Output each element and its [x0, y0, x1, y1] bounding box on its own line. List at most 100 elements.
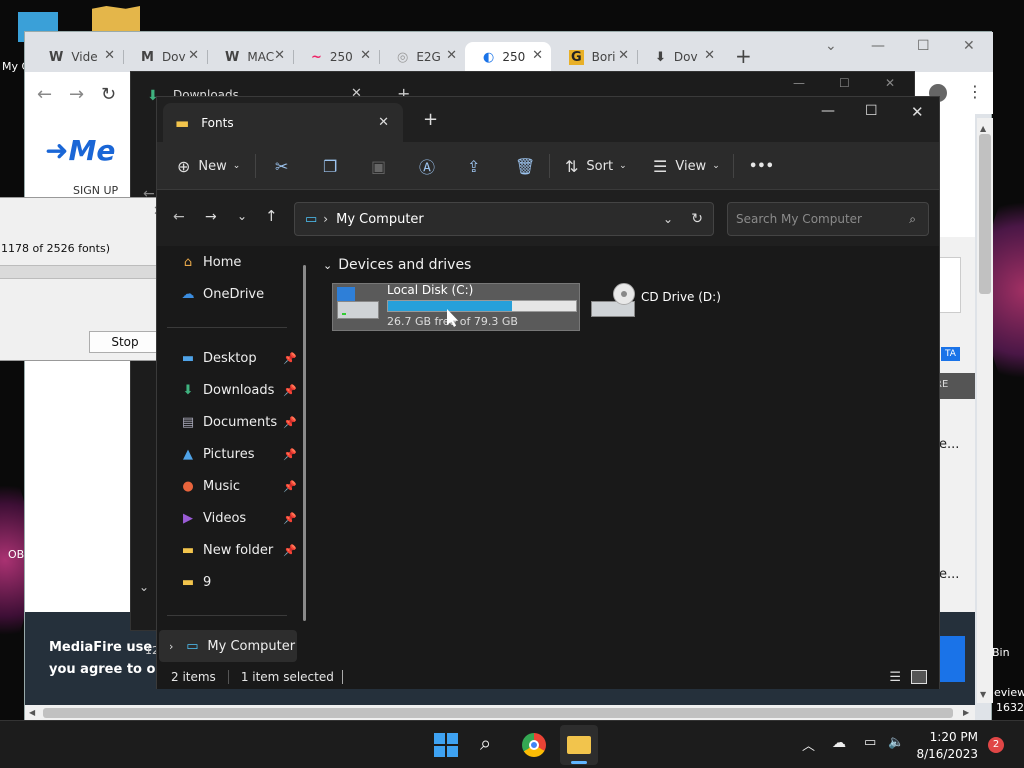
chrome-tab[interactable]: G Bori ✕ — [551, 42, 637, 72]
share-button[interactable]: ⇪ — [467, 154, 480, 178]
delete-button[interactable]: 🗑 — [515, 154, 535, 178]
pin-icon[interactable]: 📌 — [283, 544, 297, 557]
recent-locations-chevron-icon[interactable]: ⌄ — [237, 209, 247, 223]
close-tab-icon[interactable]: ✕ — [704, 48, 715, 63]
scrollbar-thumb[interactable] — [979, 134, 991, 294]
chrome-tab[interactable]: ◎ E2G ✕ — [379, 42, 465, 72]
sort-button[interactable]: ⇅ Sort ⌄ — [565, 154, 627, 178]
paste-button[interactable]: ▣ — [371, 154, 386, 178]
search-input[interactable]: Search My Computer ⌕ — [727, 202, 929, 236]
nav-new-folder[interactable]: ▬ New folder 📌 — [179, 537, 297, 563]
minimize-button[interactable]: — — [871, 38, 885, 54]
new-tab-button[interactable]: + — [423, 109, 438, 130]
maximize-button[interactable]: ☐ — [917, 38, 930, 54]
search-icon[interactable]: ⌕ — [480, 731, 491, 755]
file-explorer-taskbar-button[interactable] — [560, 725, 598, 765]
pin-icon[interactable]: 📌 — [283, 448, 297, 461]
explorer-tab[interactable]: ▬ Fonts ✕ — [163, 103, 403, 142]
show-hidden-icons-chevron-icon[interactable]: ︿ — [802, 735, 815, 754]
details-view-icon[interactable]: ☰ — [889, 670, 901, 685]
section-header[interactable]: ⌄ Devices and drives — [323, 257, 471, 273]
copy-button[interactable]: ❐ — [323, 154, 337, 178]
pin-icon[interactable]: 📌 — [283, 384, 297, 397]
minimize-button[interactable]: — — [793, 76, 805, 90]
start-button[interactable] — [434, 733, 458, 757]
desktop-maps-icon[interactable] — [92, 6, 140, 34]
vertical-scrollbar[interactable]: ▲ ▼ — [977, 118, 993, 703]
chevron-down-icon[interactable]: ⌄ — [139, 580, 149, 594]
notification-badge[interactable]: 2 — [988, 737, 1004, 753]
nav-folder-9[interactable]: ▬ 9 — [179, 569, 297, 595]
nav-my-computer[interactable]: › ▭ My Computer — [169, 633, 297, 659]
progress-text: 1178 of 2526 fonts) — [1, 242, 110, 255]
new-tab-button[interactable]: + — [735, 44, 752, 68]
close-tab-icon[interactable]: ✕ — [360, 48, 371, 63]
clock-date[interactable]: 8/16/2023 — [916, 747, 978, 761]
maximize-button[interactable]: ☐ — [865, 103, 878, 119]
close-tab-icon[interactable]: ✕ — [446, 48, 457, 63]
horizontal-scrollbar[interactable]: ◀ ▶ — [25, 705, 975, 721]
rename-button[interactable]: Ⓐ — [419, 154, 435, 178]
nav-music[interactable]: ● Music 📌 — [179, 473, 297, 499]
forward-arrow-icon[interactable]: → — [205, 209, 217, 225]
chrome-tab-active[interactable]: ◐ 250 ✕ — [465, 42, 551, 72]
tab-search-icon[interactable]: ⌄ — [825, 38, 837, 54]
chrome-tab[interactable]: ~250 ✕ — [293, 42, 379, 72]
maximize-button[interactable]: ☐ — [839, 76, 850, 90]
pin-icon[interactable]: 📌 — [283, 352, 297, 365]
nav-videos[interactable]: ▶ Videos 📌 — [179, 505, 297, 531]
more-menu-icon[interactable]: ⋮ — [967, 82, 983, 101]
nav-desktop[interactable]: ▬ Desktop 📌 — [179, 345, 297, 371]
back-arrow-icon[interactable]: ← — [173, 209, 185, 225]
close-tab-icon[interactable]: ✕ — [104, 48, 115, 63]
close-tab-icon[interactable]: ✕ — [188, 48, 199, 63]
back-arrow-icon[interactable]: ← — [37, 84, 52, 105]
chrome-tab[interactable]: ⬇ Dov ✕ — [637, 42, 723, 72]
chevron-down-icon[interactable]: ⌄ — [663, 212, 673, 226]
close-button[interactable]: ✕ — [885, 76, 895, 90]
close-tab-icon[interactable]: ✕ — [532, 48, 543, 63]
chevron-right-icon[interactable]: › — [169, 640, 173, 653]
address-bar[interactable]: ▭ › My Computer ⌄ ↻ — [294, 202, 714, 236]
nav-scrollbar[interactable] — [303, 265, 306, 621]
pin-icon[interactable]: 📌 — [283, 416, 297, 429]
nav-documents[interactable]: ▤ Documents 📌 — [179, 409, 297, 435]
clock-time[interactable]: 1:20 PM — [922, 730, 978, 744]
forward-arrow-icon[interactable]: → — [69, 84, 84, 105]
new-button[interactable]: ⊕ New ⌄ — [177, 154, 240, 178]
cut-button[interactable]: ✂ — [275, 154, 288, 178]
pin-icon[interactable]: 📌 — [283, 512, 297, 525]
close-tab-icon[interactable]: ✕ — [618, 48, 629, 63]
network-icon[interactable]: ▭ — [864, 735, 876, 750]
close-tab-icon[interactable]: ✕ — [378, 115, 389, 130]
refresh-icon[interactable]: ↻ — [691, 211, 703, 227]
drive-name[interactable]: CD Drive (D:) — [641, 290, 721, 304]
chrome-icon[interactable] — [522, 733, 546, 757]
breadcrumb[interactable]: My Computer — [336, 212, 424, 227]
item-count: 2 items — [171, 670, 216, 684]
more-options-button[interactable]: ••• — [749, 154, 774, 178]
mediafire-logo[interactable]: ➜Me — [45, 134, 115, 167]
chrome-tab[interactable]: W Vide ✕ — [31, 42, 123, 72]
chrome-tab[interactable]: W MAC ✕ — [207, 42, 293, 72]
onedrive-offline-icon[interactable]: ☁ — [832, 735, 846, 751]
scrollbar-thumb[interactable] — [43, 708, 953, 718]
close-button[interactable]: ✕ — [963, 38, 975, 54]
nav-home[interactable]: ⌂ Home — [179, 249, 297, 275]
volume-icon[interactable]: 🔈 — [888, 735, 904, 750]
nav-pictures[interactable]: ▲ Pictures 📌 — [179, 441, 297, 467]
view-button[interactable]: ☰ View ⌄ — [653, 154, 720, 178]
pin-icon[interactable]: 📌 — [283, 480, 297, 493]
nav-onedrive[interactable]: ☁ OneDrive — [179, 281, 297, 307]
signup-link[interactable]: SIGN UP — [73, 184, 118, 197]
stop-button[interactable]: Stop — [89, 331, 161, 353]
chrome-tab[interactable]: M Dov ✕ — [123, 42, 207, 72]
reload-icon[interactable]: ↻ — [101, 84, 116, 105]
nav-downloads[interactable]: ⬇ Downloads 📌 — [179, 377, 297, 403]
close-tab-icon[interactable]: ✕ — [274, 48, 285, 63]
tab-favicon-icon: W — [225, 49, 240, 65]
tiles-view-icon[interactable] — [911, 670, 927, 684]
up-arrow-icon[interactable]: ↑ — [265, 207, 278, 225]
close-button[interactable]: ✕ — [911, 103, 924, 121]
minimize-button[interactable]: — — [821, 103, 835, 119]
